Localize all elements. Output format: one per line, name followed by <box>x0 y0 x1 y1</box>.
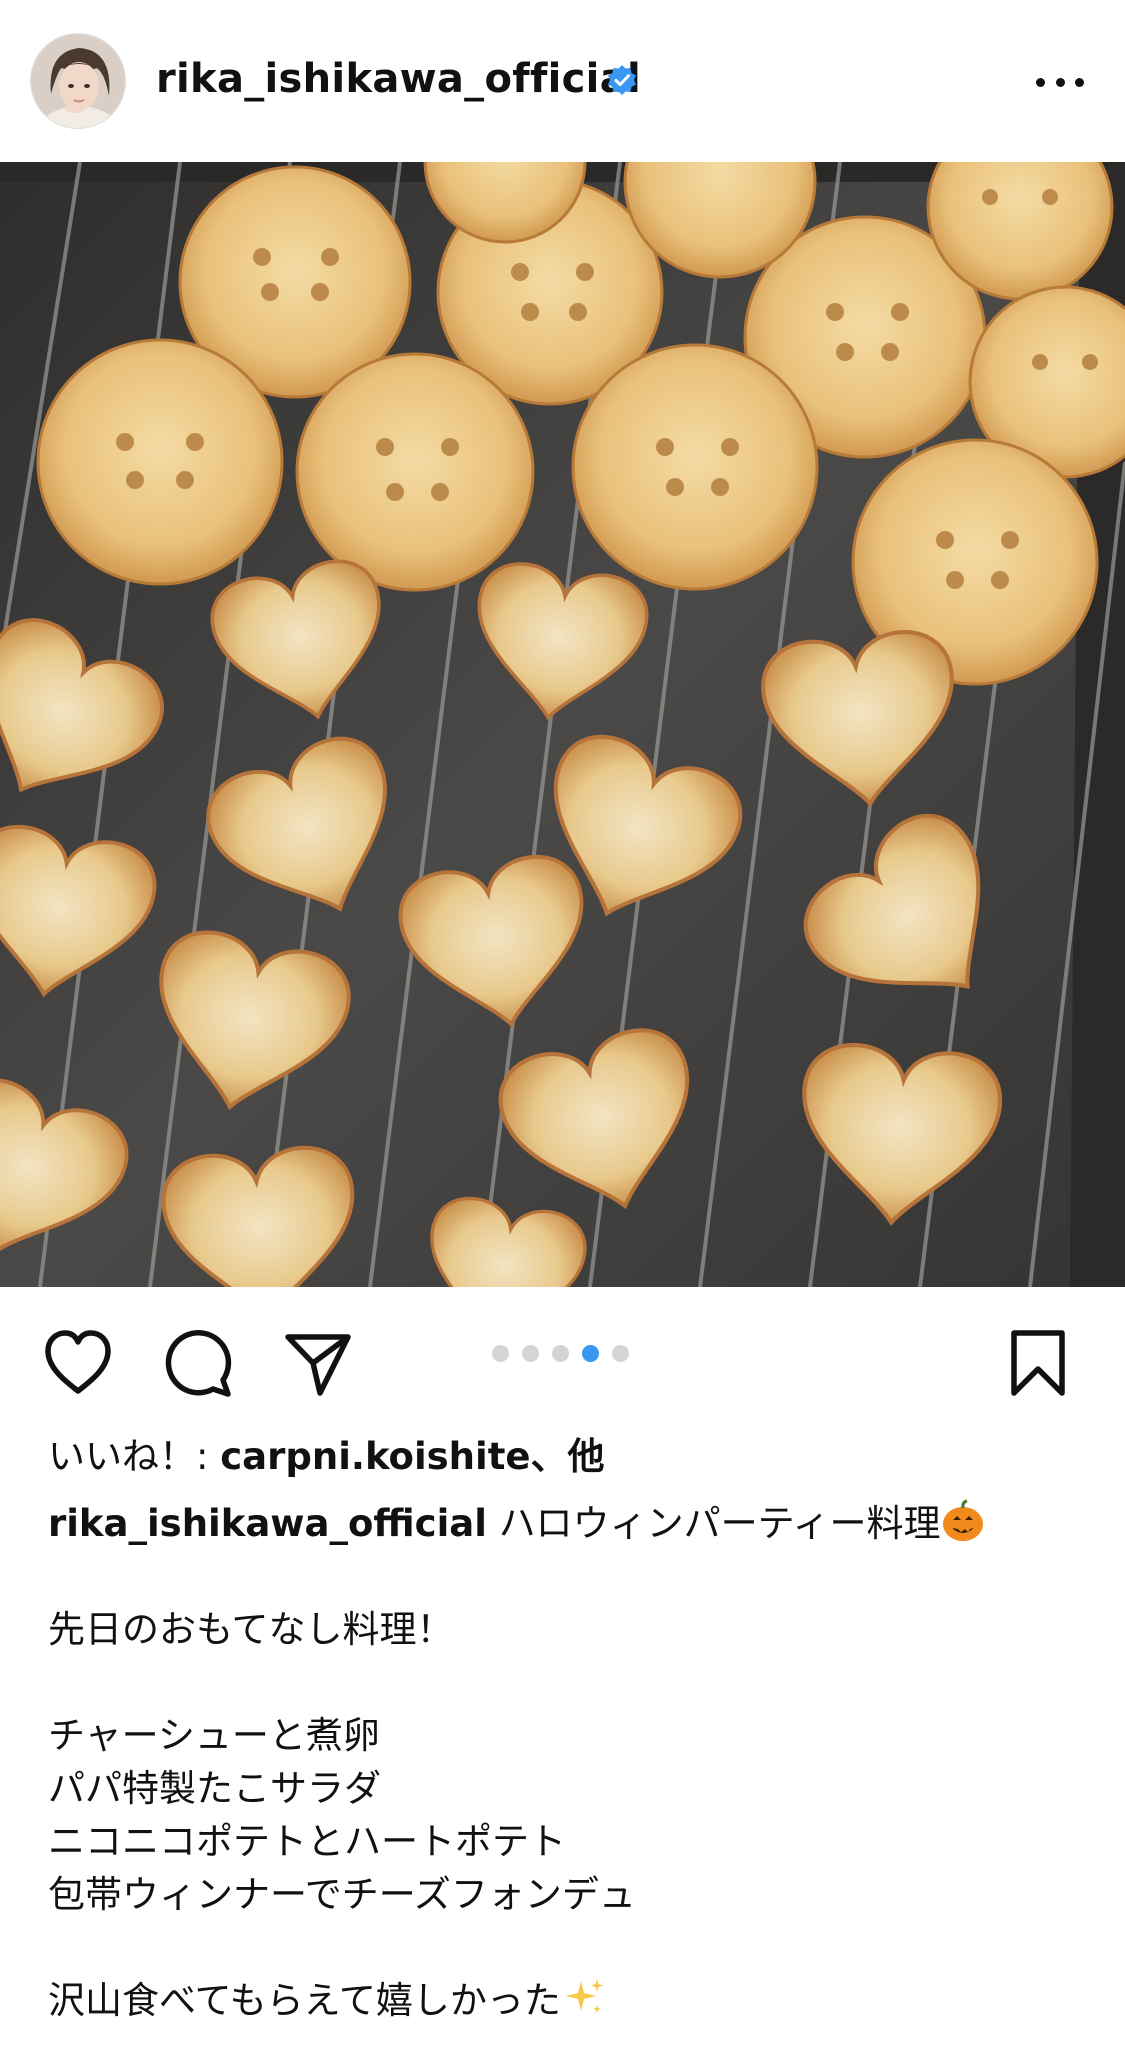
carousel-dot <box>492 1345 509 1362</box>
verified-badge-icon <box>608 65 636 95</box>
caption-username[interactable]: rika_ishikawa_official <box>48 1502 487 1545</box>
post-header: rika_ishikawa_official <box>0 0 1125 162</box>
username[interactable]: rika_ishikawa_official <box>156 56 641 102</box>
carousel-dot <box>522 1345 539 1362</box>
jack-o-lantern-icon <box>943 1499 984 1541</box>
comment-icon[interactable] <box>160 1325 236 1401</box>
carousel-dot <box>552 1345 569 1362</box>
caption-body: 先日のおもてなし料理！ チャーシューと煮卵 パパ特製たこサラダ ニコニコポテトと… <box>48 1608 636 2022</box>
carousel-dot <box>612 1345 629 1362</box>
likes-suffix[interactable]: 、他 <box>531 1435 605 1478</box>
liker-username[interactable]: carpni.koishite <box>220 1435 530 1478</box>
post-image[interactable] <box>0 162 1125 1287</box>
likes-line: いいね！: carpni.koishite、他 <box>48 1430 1088 1483</box>
heart-icon[interactable] <box>40 1325 116 1401</box>
caption-title: ハロウィンパーティー料理 <box>486 1502 941 1545</box>
likes-prefix: いいね！: <box>48 1435 221 1478</box>
avatar[interactable] <box>30 33 126 129</box>
carousel-indicator <box>492 1345 629 1362</box>
more-dots-icon[interactable] <box>1036 62 1084 102</box>
carousel-dot-active <box>582 1345 599 1362</box>
bookmark-icon[interactable] <box>1000 1325 1076 1401</box>
paper-plane-icon[interactable] <box>280 1325 356 1401</box>
caption: rika_ishikawa_official ハロウィンパーティー料理 先日のお… <box>48 1497 1088 2027</box>
sparkles-icon <box>565 1979 603 2013</box>
